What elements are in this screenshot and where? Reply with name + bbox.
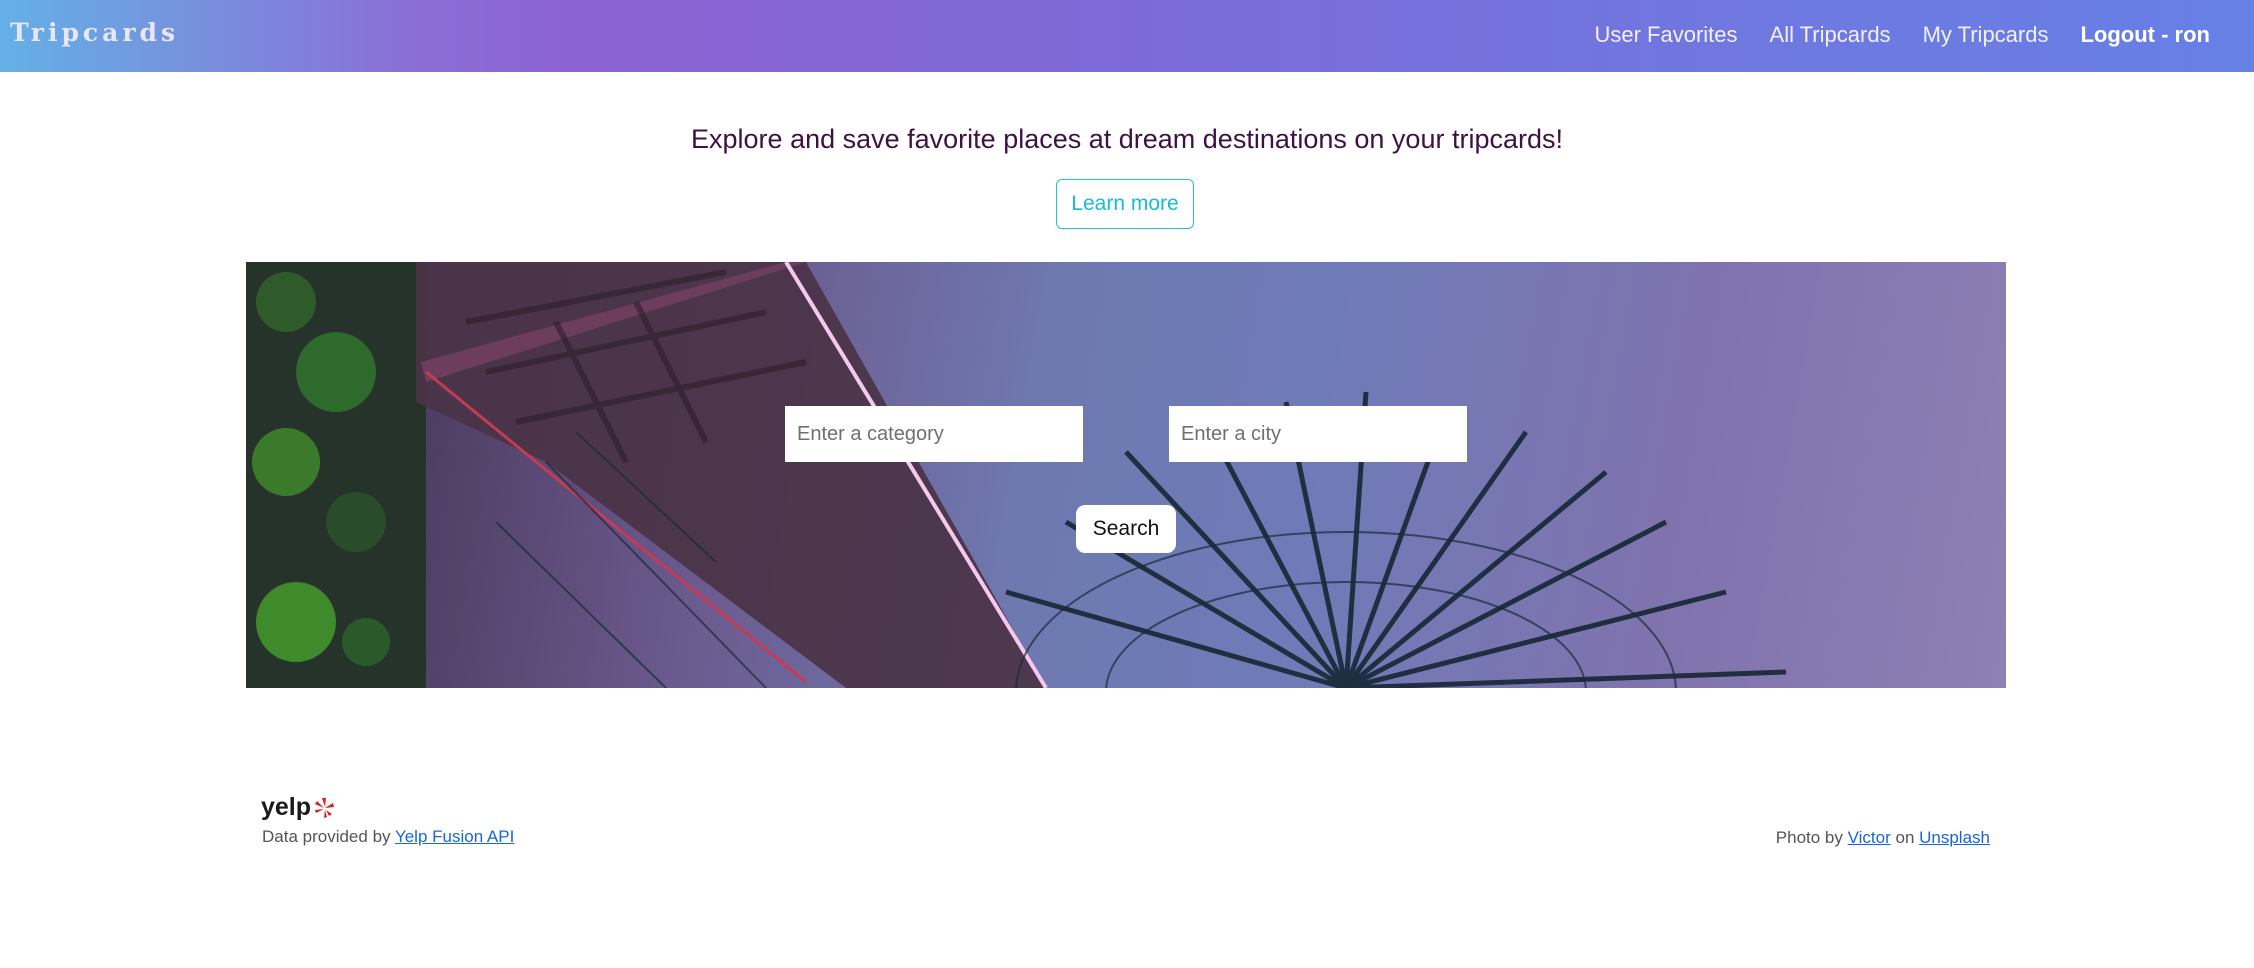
data-credit-prefix: Data provided by [262,827,395,846]
yelp-logo-text: yelp [261,793,312,821]
photo-credit-prefix: Photo by [1775,828,1848,847]
photo-author-link[interactable]: Victor [1848,828,1891,847]
photo-credit: Photo by Victor on Unsplash [1776,828,1990,848]
yelp-fusion-api-link[interactable]: Yelp Fusion API [395,827,514,846]
nav-my-tripcards[interactable]: My Tripcards [1923,22,2049,48]
top-navbar: Tripcards User Favorites All Tripcards M… [0,0,2254,72]
nav-user-favorites[interactable]: User Favorites [1594,22,1737,48]
unsplash-link[interactable]: Unsplash [1919,828,1990,847]
learn-more-button[interactable]: Learn more [1056,179,1194,229]
page-tagline: Explore and save favorite places at drea… [691,124,1563,154]
search-button[interactable]: Search [1076,505,1176,553]
nav-links: User Favorites All Tripcards My Tripcard… [1594,22,2210,48]
yelp-burst-icon [315,797,335,818]
city-search-input[interactable] [1169,406,1467,462]
category-search-input[interactable] [785,406,1083,462]
yelp-data-credit: Data provided by Yelp Fusion API [262,827,514,847]
brand-logo[interactable]: Tripcards [10,18,179,47]
nav-logout[interactable]: Logout - ron [2080,22,2210,48]
supertree-photo [246,262,1787,688]
photo-credit-on: on [1890,828,1920,847]
hero-banner-image [246,262,2006,688]
yelp-logo: yelp [261,793,335,822]
nav-all-tripcards[interactable]: All Tripcards [1770,22,1891,48]
